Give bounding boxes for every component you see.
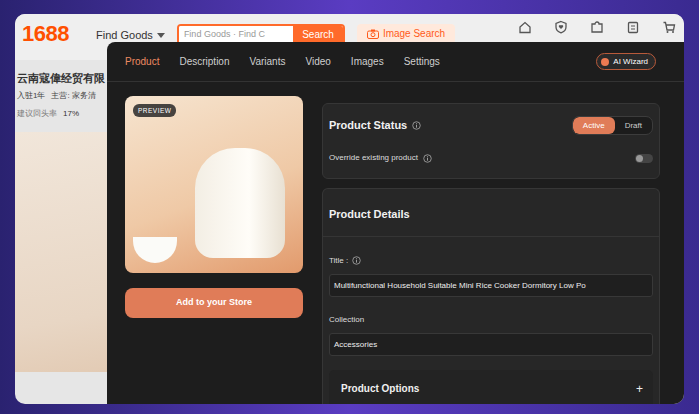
status-title: Product Status [329, 117, 407, 134]
shop-tenure: 入驻1年 [17, 90, 45, 102]
tab[interactable]: Variants [250, 54, 286, 69]
site-logo[interactable]: 1688 [22, 23, 84, 45]
info-icon[interactable] [412, 121, 421, 130]
status-option[interactable]: Active [573, 117, 615, 134]
tab[interactable]: Product [125, 54, 159, 69]
tab[interactable]: Settings [404, 54, 440, 69]
home-icon[interactable] [518, 20, 532, 34]
browser-page: 1688 Find Goods Search Image Search 云南寇偉… [15, 14, 684, 404]
wizard-dot-icon [601, 58, 609, 66]
header-icons [518, 20, 676, 34]
form-field: Collection Accessories [329, 314, 653, 356]
stat-value: 17% [63, 108, 79, 120]
info-icon[interactable] [352, 256, 361, 265]
status-card: Product Status ActiveDraft Override exis… [322, 103, 660, 179]
ai-wizard-button[interactable]: AI Wizard [596, 53, 656, 70]
details-card: Product Details Title : Multifunctional H… [322, 188, 660, 404]
tab[interactable]: Description [179, 54, 229, 69]
status-option[interactable]: Draft [615, 117, 652, 134]
form-field: Title : Multifunctional Household Suitabl… [329, 255, 653, 297]
product-photo: PREVIEW [125, 96, 303, 273]
caret-icon [157, 33, 165, 38]
import-modal: Product Description Variants Video Images Set… [107, 42, 684, 404]
override-switch[interactable] [635, 154, 653, 163]
field-input[interactable]: Accessories [329, 333, 653, 356]
puzzle-icon[interactable] [590, 20, 604, 34]
override-label: Override existing product [329, 152, 418, 164]
add-to-store-button[interactable]: Add to your Store [125, 288, 303, 318]
details-title: Product Details [329, 208, 410, 220]
info-slot [423, 146, 432, 170]
field-input[interactable]: Multifunctional Household Suitable Mini … [329, 274, 653, 297]
clipboard-icon[interactable] [626, 20, 640, 34]
options-title: Product Options [341, 381, 419, 396]
tab[interactable]: Images [351, 54, 384, 69]
field-label-row: Title : [329, 255, 653, 266]
camera-icon [367, 29, 379, 39]
preview-badge: PREVIEW [133, 104, 176, 117]
field-label: Collection [329, 314, 364, 325]
field-label-row: Collection [329, 314, 653, 325]
image-search-button[interactable]: Image Search [357, 24, 455, 44]
field-label: Title : [329, 255, 348, 266]
tab-bar: Product Description Variants Video Images Set… [107, 42, 684, 82]
stat-label: 建议回头率 [17, 108, 57, 120]
cart-icon[interactable] [662, 20, 676, 34]
add-option-button[interactable]: + [636, 383, 643, 395]
product-options[interactable]: Product Options + [329, 370, 653, 404]
info-icon[interactable] [423, 154, 432, 163]
info-slot [412, 113, 421, 137]
status-toggle: ActiveDraft [572, 116, 653, 135]
tab[interactable]: Video [305, 54, 330, 69]
shop-business: 主营: 家务清 [51, 90, 95, 102]
shield-heart-icon[interactable] [554, 20, 568, 34]
